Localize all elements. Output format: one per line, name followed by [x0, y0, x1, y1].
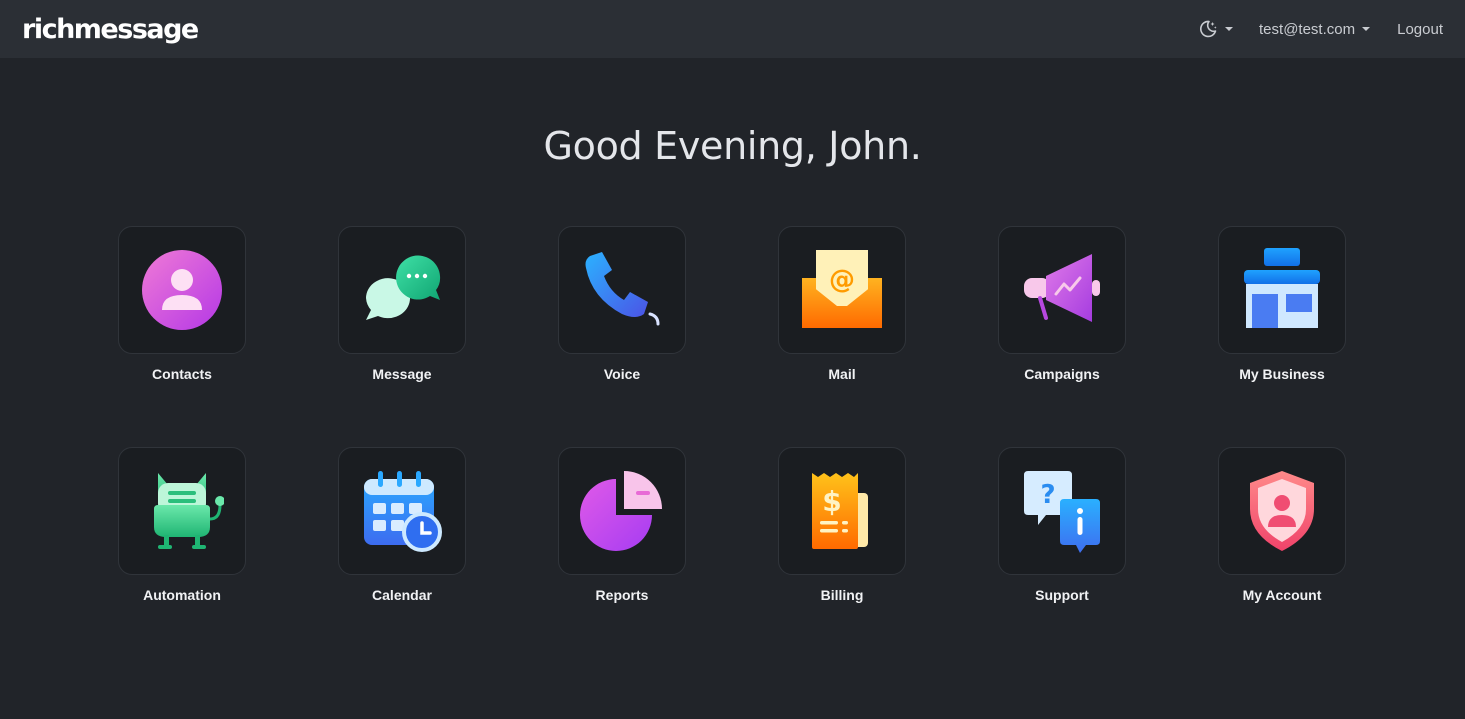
calendar-clock-icon — [364, 471, 442, 552]
tile-calendar-box[interactable] — [338, 447, 466, 575]
tile-label: Calendar — [372, 587, 432, 603]
logout-link[interactable]: Logout — [1397, 21, 1443, 38]
tile-billing[interactable]: $ Billing — [778, 447, 906, 603]
tile-contacts[interactable]: Contacts — [118, 226, 246, 382]
chevron-down-icon — [1362, 27, 1371, 31]
tile-support[interactable]: ? Support — [998, 447, 1126, 603]
tile-label: Billing — [820, 587, 864, 603]
brand-logo[interactable]: richmessage — [22, 16, 199, 43]
tile-label: My Account — [1242, 587, 1322, 603]
tile-message-box[interactable] — [338, 226, 466, 354]
greeting-heading: Good Evening, John. — [543, 124, 922, 168]
tile-mail-box[interactable]: @ — [778, 226, 906, 354]
tile-my-account[interactable]: My Account — [1218, 447, 1346, 603]
phone-icon — [585, 252, 660, 326]
tile-label: Message — [372, 366, 432, 382]
robot-icon — [154, 473, 224, 549]
user-email: test@test.com — [1259, 20, 1356, 38]
tile-label: Reports — [595, 587, 649, 603]
tile-mail[interactable]: @ Mail — [778, 226, 906, 382]
tile-contacts-box[interactable] — [118, 226, 246, 354]
tile-voice-box[interactable] — [558, 226, 686, 354]
megaphone-icon — [1024, 254, 1100, 322]
tile-label: Campaigns — [1024, 366, 1100, 382]
tile-label: Voice — [603, 366, 641, 382]
tile-label: Mail — [828, 366, 856, 382]
mail-envelope-icon: @ — [802, 250, 882, 328]
chevron-down-icon — [1225, 27, 1234, 31]
user-menu-dropdown[interactable]: test@test.com — [1259, 20, 1371, 38]
svg-text:$: $ — [822, 485, 841, 518]
tile-message[interactable]: Message — [338, 226, 466, 382]
tile-my-business[interactable]: My Business — [1218, 226, 1346, 382]
nav-right: test@test.com Logout — [1198, 19, 1443, 39]
top-navbar: richmessage test@test.com Logout — [0, 0, 1465, 58]
tile-my-account-box[interactable] — [1218, 447, 1346, 575]
storefront-icon — [1244, 248, 1320, 328]
chat-bubbles-icon — [366, 255, 441, 320]
tile-reports[interactable]: Reports — [558, 447, 686, 603]
svg-text:@: @ — [829, 265, 855, 295]
tile-campaigns-box[interactable] — [998, 226, 1126, 354]
tile-label: Contacts — [152, 366, 212, 382]
tile-label: Automation — [143, 587, 221, 603]
pie-chart-icon — [580, 471, 662, 551]
tile-reports-box[interactable] — [558, 447, 686, 575]
theme-toggle-dropdown[interactable] — [1198, 19, 1234, 39]
tile-my-business-box[interactable] — [1218, 226, 1346, 354]
svg-text:?: ? — [1040, 480, 1055, 510]
shield-user-icon — [1250, 471, 1314, 551]
contacts-icon — [142, 250, 222, 330]
tile-automation-box[interactable] — [118, 447, 246, 575]
tile-calendar[interactable]: Calendar — [338, 447, 466, 603]
tile-voice[interactable]: Voice — [558, 226, 686, 382]
tile-label: My Business — [1239, 366, 1325, 382]
support-help-icon: ? — [1024, 471, 1100, 553]
tile-campaigns[interactable]: Campaigns — [998, 226, 1126, 382]
tile-automation[interactable]: Automation — [118, 447, 246, 603]
moon-stars-icon — [1200, 20, 1217, 38]
tile-label: Support — [1035, 587, 1089, 603]
tile-support-box[interactable]: ? — [998, 447, 1126, 575]
tile-billing-box[interactable]: $ — [778, 447, 906, 575]
receipt-icon: $ — [812, 473, 868, 549]
